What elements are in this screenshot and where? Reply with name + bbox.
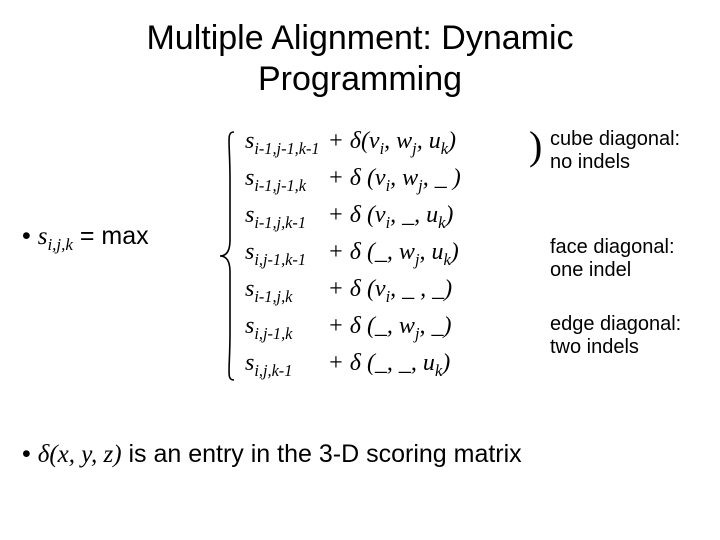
footer-text: is an entry in the 3-D scoring matrix: [122, 440, 522, 468]
case-s-term: si,j-1,k: [243, 310, 326, 347]
group-paren-icon: ): [529, 122, 542, 169]
case-delta-term: + δ (vi, _ , _): [326, 273, 463, 310]
title-line1: Multiple Alignment: Dynamic: [146, 19, 573, 57]
case-s-term: si-1,j,k-1: [243, 199, 326, 236]
cases-block: si-1,j-1,k-1+ δ(vi, wj, uk)si-1,j-1,k+ δ…: [243, 125, 463, 384]
annot-face: face diagonal: one indel: [550, 236, 720, 282]
case-s-term: si,j,k-1: [243, 347, 326, 384]
footer-delta: δ(x, y, z): [38, 441, 122, 468]
case-row: si,j-1,k+ δ (_, wj, _): [243, 310, 463, 347]
case-s-term: si-1,j,k: [243, 273, 326, 310]
case-delta-term: + δ (_, wj, _): [326, 310, 463, 347]
annot-edge: edge diagonal: two indels: [550, 313, 720, 359]
case-delta-term: + δ (_, wj, uk): [326, 236, 463, 273]
case-row: si-1,j-1,k-1+ δ(vi, wj, uk): [243, 125, 463, 162]
case-row: si,j,k-1+ δ (_, _, uk): [243, 347, 463, 384]
title-line2: Programming: [258, 60, 462, 98]
annot-cube: cube diagonal: no indels: [550, 128, 720, 174]
case-delta-term: + δ(vi, wj, uk): [326, 125, 463, 162]
lhs-eqmax: = max: [73, 222, 149, 250]
case-s-term: si-1,j-1,k-1: [243, 125, 326, 162]
case-row: si,j-1,k-1+ δ (_, wj, uk): [243, 236, 463, 273]
case-delta-term: + δ (vi, _, uk): [326, 199, 463, 236]
case-row: si-1,j,k-1+ δ (vi, _, uk): [243, 199, 463, 236]
footer-note: • δ(x, y, z) is an entry in the 3-D scor…: [22, 440, 522, 469]
case-s-term: si,j-1,k-1: [243, 236, 326, 273]
case-delta-term: + δ (_, _, uk): [326, 347, 463, 384]
lhs-s: s: [38, 223, 48, 250]
lhs-expression: • si,j,k = max: [22, 222, 149, 255]
cases-table: si-1,j-1,k-1+ δ(vi, wj, uk)si-1,j-1,k+ δ…: [243, 125, 463, 384]
slide: Multiple Alignment: Dynamic Programming …: [0, 0, 720, 540]
page-title: Multiple Alignment: Dynamic Programming: [0, 18, 720, 100]
left-brace-icon: [218, 130, 238, 382]
case-row: si-1,j-1,k+ δ (vi, wj, _ ): [243, 162, 463, 199]
case-row: si-1,j,k+ δ (vi, _ , _): [243, 273, 463, 310]
lhs-sub: i,j,k: [47, 235, 73, 254]
case-s-term: si-1,j-1,k: [243, 162, 326, 199]
case-delta-term: + δ (vi, wj, _ ): [326, 162, 463, 199]
